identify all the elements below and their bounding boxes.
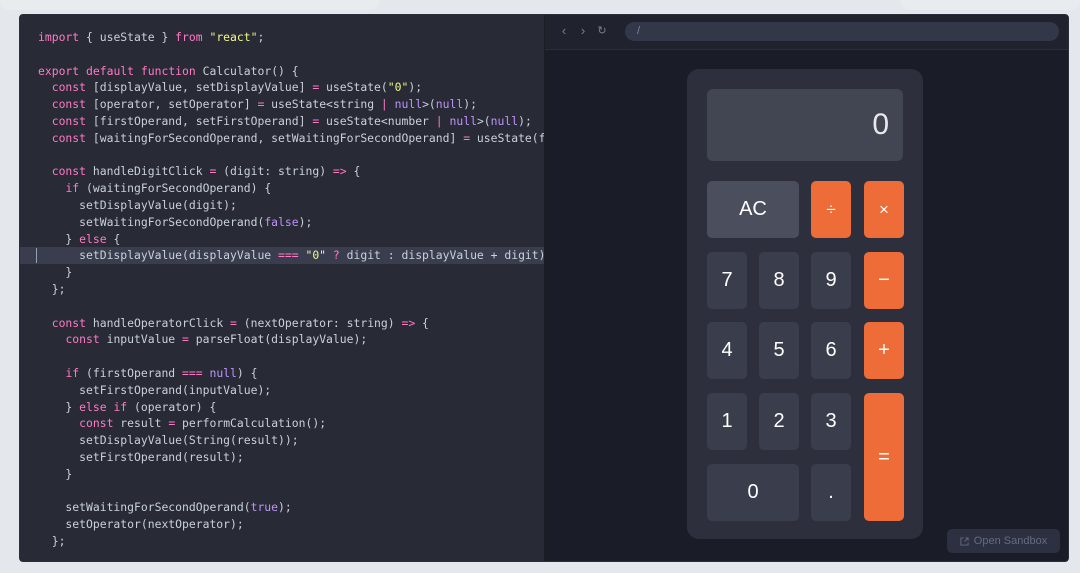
- decimal-button[interactable]: .: [811, 464, 851, 521]
- code-line[interactable]: setDisplayValue(digit);: [20, 197, 544, 214]
- preview-toolbar: ‹ › ↻ /: [545, 15, 1068, 50]
- open-sandbox-label: Open Sandbox: [973, 535, 1048, 547]
- code-line[interactable]: }: [20, 264, 544, 281]
- code-line[interactable]: };: [20, 533, 544, 550]
- app-frame: import { useState } from "react"; export…: [19, 14, 1069, 562]
- digit-2-button[interactable]: 2: [759, 393, 799, 450]
- digit-3-button[interactable]: 3: [811, 393, 851, 450]
- code-line[interactable]: setWaitingForSecondOperand(false);: [20, 214, 544, 231]
- code-line[interactable]: const [displayValue, setDisplayValue] = …: [20, 79, 544, 96]
- code-line[interactable]: };: [20, 281, 544, 298]
- plus-button[interactable]: +: [864, 322, 904, 379]
- multiply-button[interactable]: ×: [864, 181, 904, 238]
- code-line[interactable]: const result = performCalculation();: [20, 415, 544, 432]
- digit-7-button[interactable]: 7: [707, 252, 747, 309]
- reload-icon[interactable]: ↻: [595, 24, 609, 38]
- code-line-active[interactable]: setDisplayValue(displayValue === "0" ? d…: [20, 247, 544, 265]
- divide-button[interactable]: ÷: [811, 181, 851, 238]
- code-line[interactable]: if (firstOperand === null) {: [20, 365, 544, 382]
- forward-icon[interactable]: ›: [576, 24, 590, 38]
- ac-button[interactable]: AC: [707, 181, 799, 238]
- code-line[interactable]: setDisplayValue(String(result));: [20, 432, 544, 449]
- code-line[interactable]: [20, 46, 544, 63]
- code-line[interactable]: setOperator(nextOperator);: [20, 516, 544, 533]
- code-line[interactable]: const inputValue = parseFloat(displayVal…: [20, 331, 544, 348]
- back-icon[interactable]: ‹: [557, 24, 571, 38]
- code-line[interactable]: setFirstOperand(result);: [20, 449, 544, 466]
- code-line[interactable]: const handleDigitClick = (digit: string)…: [20, 163, 544, 180]
- code-line[interactable]: const [firstOperand, setFirstOperand] = …: [20, 113, 544, 130]
- minus-button[interactable]: −: [864, 252, 904, 309]
- code-line[interactable]: export default function Calculator() {: [20, 63, 544, 80]
- code-line[interactable]: const [operator, setOperator] = useState…: [20, 96, 544, 113]
- calculator: 0 AC ÷ × 7 8 9 − 4 5 6 + 1 2 3 = 0 .: [687, 69, 923, 539]
- code-line[interactable]: [20, 483, 544, 500]
- preview-panel: ‹ › ↻ / 0 AC ÷ × 7 8 9 − 4 5 6 + 1 2 3 =: [545, 15, 1068, 561]
- equals-button[interactable]: =: [864, 393, 904, 521]
- code-line[interactable]: setWaitingForSecondOperand(true);: [20, 499, 544, 516]
- code-editor[interactable]: import { useState } from "react"; export…: [20, 15, 545, 561]
- digit-0-button[interactable]: 0: [707, 464, 799, 521]
- code-line[interactable]: [20, 147, 544, 164]
- digit-4-button[interactable]: 4: [707, 322, 747, 379]
- digit-8-button[interactable]: 8: [759, 252, 799, 309]
- code-line[interactable]: import { useState } from "react";: [20, 29, 544, 46]
- url-input[interactable]: /: [625, 22, 1059, 41]
- digit-9-button[interactable]: 9: [811, 252, 851, 309]
- code-line[interactable]: [20, 348, 544, 365]
- code-line[interactable]: setFirstOperand(inputValue);: [20, 382, 544, 399]
- code-line[interactable]: if (waitingForSecondOperand) {: [20, 180, 544, 197]
- digit-5-button[interactable]: 5: [759, 322, 799, 379]
- code-line[interactable]: const handleOperatorClick = (nextOperato…: [20, 315, 544, 332]
- code-line[interactable]: }: [20, 466, 544, 483]
- digit-1-button[interactable]: 1: [707, 393, 747, 450]
- digit-6-button[interactable]: 6: [811, 322, 851, 379]
- calculator-display: 0: [707, 89, 903, 161]
- open-sandbox-button[interactable]: Open Sandbox: [947, 529, 1060, 553]
- code-line[interactable]: const [waitingForSecondOperand, setWaiti…: [20, 130, 544, 147]
- code-line[interactable]: } else if (operator) {: [20, 399, 544, 416]
- code-content[interactable]: import { useState } from "react"; export…: [20, 29, 544, 550]
- code-line[interactable]: } else {: [20, 231, 544, 248]
- code-line[interactable]: [20, 298, 544, 315]
- external-link-icon: [960, 536, 969, 546]
